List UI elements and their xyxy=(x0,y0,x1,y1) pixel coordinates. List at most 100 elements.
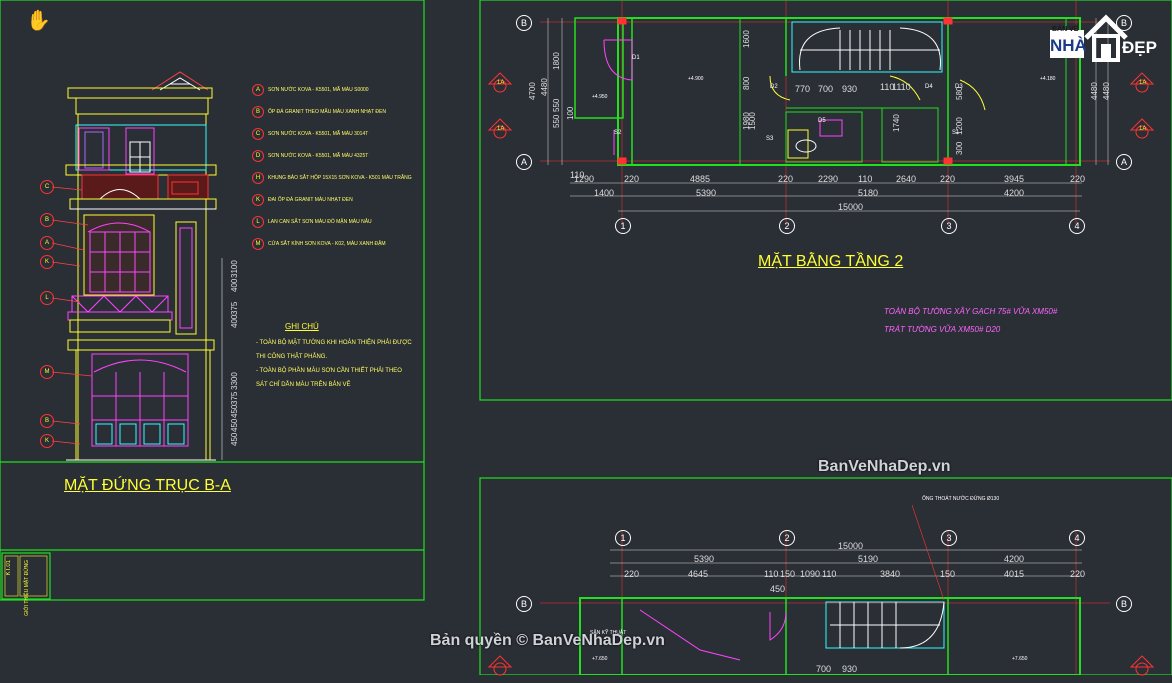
dimension-row-2: 220 xyxy=(940,174,956,184)
section-mark-icon xyxy=(487,655,513,679)
legend-key: L xyxy=(252,216,264,228)
viewport-frames xyxy=(0,0,1172,675)
door-tag: S3 xyxy=(766,136,774,142)
level-mark: +4.900 xyxy=(688,76,704,82)
interior-dimension: 770 xyxy=(795,84,811,94)
elevation-key: A xyxy=(40,236,54,250)
stamp-text: GIỚI THIỆU MẶT ĐỨNG xyxy=(24,560,30,616)
side-dimension-left: 4700 xyxy=(528,82,537,100)
span-dimension-bottom: 5390 xyxy=(694,554,715,564)
notes-line: THI CÔNG THẬT PHẲNG. xyxy=(256,354,328,360)
elevation-dimension: 375 xyxy=(230,301,239,315)
logo-dep-text: ĐẸP xyxy=(1122,38,1157,57)
interior-dimension: 300 xyxy=(955,141,964,155)
door-tag: S1 xyxy=(952,130,960,136)
elevation-key: K xyxy=(40,434,54,448)
door-tag: D1 xyxy=(632,55,640,61)
interior-dimension: 800 xyxy=(742,76,751,90)
wall-note-2: TRÁT TƯỜNG VỮA XM50# D20 xyxy=(884,325,1001,334)
elevation-dimension: 450 xyxy=(230,418,239,432)
legend-text: SƠN NƯỚC KOVA - K5501, MÃ MÀU 4325T xyxy=(268,153,369,159)
axis-bubble-row: B xyxy=(1116,596,1132,612)
elevation-dimension: 375 xyxy=(230,391,239,405)
pipe-note: ỐNG THOÁT NƯỚC ĐỨNG Ø130 xyxy=(922,496,1000,502)
section-mark-icon xyxy=(1129,655,1155,679)
door-tag: D5 xyxy=(818,118,826,124)
axis-bubble-row: A xyxy=(516,154,532,170)
legend-key: D xyxy=(252,150,264,162)
dimension-row-bottom: 150 xyxy=(940,569,956,579)
notes-line: - TOÀN BỘ MẶT TƯỜNG KHI HOÀN THIỆN PHẢI … xyxy=(256,340,412,346)
dimension-row-bottom: 110 xyxy=(822,569,837,579)
dimension-row-2: 4885 xyxy=(690,174,711,184)
axis-bubble-col-bottom: 4 xyxy=(1069,530,1085,546)
legend-key: B xyxy=(252,106,264,118)
notes-line: SÁT CHỈ DẪN MÀU TRÊN BẢN VẼ xyxy=(256,382,351,388)
axis-bubble-col: 1 xyxy=(615,218,631,234)
axis-bubble-col: 4 xyxy=(1069,218,1085,234)
level-mark-bottom: +7.650 xyxy=(1012,656,1028,662)
dimension-row-bottom: 4645 xyxy=(688,569,709,579)
dimension-row-2: 220 xyxy=(778,174,794,184)
stamp-code: KT.01 xyxy=(6,560,12,576)
elevation-dimension: 450 xyxy=(230,432,239,446)
elevation-dimension: 3100 xyxy=(230,260,239,278)
door-tag: D4 xyxy=(925,84,933,90)
small-dimension: 110 xyxy=(570,170,585,180)
interior-dimension: 930 xyxy=(842,84,858,94)
notes-heading: GHI CHÚ xyxy=(285,322,319,331)
level-mark: +4.180 xyxy=(1040,76,1056,82)
legend-text: SƠN NƯỚC KOVA - K5501, MÃ MÀU S0000 xyxy=(268,87,369,93)
pan-hand-icon[interactable]: ✋ xyxy=(26,8,51,32)
dimension-row-bottom: 220 xyxy=(624,569,640,579)
legend-text: ỐP ĐÁ GRANIT THEO MẪU MÀU XANH NHẠT ĐEN xyxy=(268,109,386,115)
legend-text: SƠN NƯỚC KOVA - K5501, MÃ MÀU 3014T xyxy=(268,131,369,137)
dimension-row-1: 5390 xyxy=(696,188,717,198)
axis-bubble-row: A xyxy=(1116,154,1132,170)
axis-bubble-col-bottom: 2 xyxy=(779,530,795,546)
elevation-dimension: 450 xyxy=(230,404,239,418)
door-tag: D3 xyxy=(955,84,963,90)
door-tag: D2 xyxy=(770,84,778,90)
interior-dimension: 700 xyxy=(818,84,834,94)
legend-key: A xyxy=(252,84,264,96)
interior-dimension: 1110 xyxy=(892,82,911,92)
dimension-row-bottom: 4015 xyxy=(1004,569,1025,579)
wall-note-1: TOÀN BỘ TƯỜNG XÂY GẠCH 75# VỮA XM50# xyxy=(884,307,1058,316)
dimension-row-2: 220 xyxy=(1070,174,1086,184)
side-dimension-left: 550 xyxy=(552,98,561,112)
elevation-dimension: 3300 xyxy=(230,372,239,390)
interior-dimension: 1500 xyxy=(748,112,757,130)
side-dimension-left: 100 xyxy=(566,106,575,120)
dimension-row-bottom: 220 xyxy=(1070,569,1086,579)
side-dimension-left: 1800 xyxy=(552,52,561,70)
legend-text: ĐAI ỐP ĐÁ GRANIT MÀU NHẠT ĐEN xyxy=(268,197,353,203)
notes-line: - TOÀN BỘ PHẦN MÀU SƠN CẦN THIẾT PHẢI TH… xyxy=(256,368,402,374)
elevation-dimension: 400 xyxy=(230,314,239,328)
dimension-row-2: 220 xyxy=(624,174,640,184)
floor-plan-2 xyxy=(540,0,1110,225)
axis-bubble-col-bottom: 1 xyxy=(615,530,631,546)
level-mark-bottom: +7.650 xyxy=(592,656,608,662)
section-mark-label: 1A xyxy=(1139,80,1147,86)
dimension-row-2: 3945 xyxy=(1004,174,1025,184)
span-dimension-bottom: 5190 xyxy=(858,554,879,564)
axis-bubble-col-bottom: 3 xyxy=(941,530,957,546)
elevation-title: MẶT ĐỨNG TRỤC B-A xyxy=(64,477,231,494)
dimension-row-1: 5180 xyxy=(858,188,879,198)
dimension-row-bottom: 3840 xyxy=(880,569,901,579)
legend-key: K xyxy=(252,194,264,206)
overall-dimension: 15000 xyxy=(838,202,864,212)
interior-dimension-bottom: 930 xyxy=(842,664,858,674)
floor-plan-title: MẶT BẰNG TẦNG 2 xyxy=(758,253,904,270)
axis-bubble-row: B xyxy=(516,596,532,612)
side-dimension-right: 4480 xyxy=(1102,82,1111,100)
dimension-row-bottom: 150 xyxy=(780,569,796,579)
dimension-row-2: 2640 xyxy=(896,174,917,184)
facade-elevation xyxy=(65,71,223,461)
legend-key: M xyxy=(252,238,264,250)
side-dimension-right: 4480 xyxy=(1090,82,1099,100)
side-dimension-left: 550 xyxy=(552,114,561,128)
dimension-row-2: 110 xyxy=(858,174,873,184)
interior-dimension: 1600 xyxy=(742,30,751,48)
